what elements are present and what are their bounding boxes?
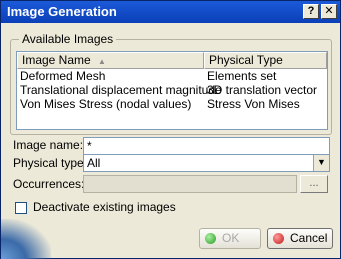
occurrences-label: Occurrences: [13, 177, 85, 191]
close-button[interactable]: ✕ [321, 4, 337, 19]
red-dot-icon [273, 233, 284, 244]
image-name-label: Image name: [13, 138, 84, 152]
column-header-physical-type[interactable]: Physical Type [204, 52, 327, 69]
cancel-button[interactable]: Cancel [267, 228, 333, 249]
green-dot-icon [205, 233, 216, 244]
list-item[interactable]: Translational displacement magnitude 3D … [17, 83, 327, 98]
help-button[interactable]: ? [303, 4, 319, 19]
list-item[interactable]: Von Mises Stress (nodal values) Stress V… [17, 97, 327, 112]
title-bar: Image Generation ? ✕ [1, 1, 340, 23]
corner-decoration [1, 219, 51, 259]
image-name-input[interactable]: * [83, 137, 330, 155]
browse-button[interactable]: ... [300, 175, 328, 193]
deactivate-label[interactable]: Deactivate existing images [33, 200, 176, 214]
images-list[interactable]: Image Name ▲ Physical Type Deformed Mesh… [16, 51, 328, 130]
window-title: Image Generation [7, 4, 117, 19]
occurrences-field [83, 175, 297, 193]
group-label: Available Images [19, 32, 117, 46]
sort-asc-icon: ▲ [98, 57, 106, 66]
chevron-down-icon[interactable]: ▼ [313, 155, 329, 171]
ok-button[interactable]: OK [199, 228, 261, 249]
physical-type-select[interactable]: All ▼ [83, 154, 330, 172]
list-item[interactable]: Deformed Mesh Elements set [17, 69, 327, 84]
physical-type-label: Physical type: [13, 156, 88, 170]
column-header-image-name[interactable]: Image Name ▲ [17, 52, 204, 69]
image-generation-dialog: Image Generation ? ✕ Available Images Im… [0, 0, 341, 259]
deactivate-checkbox[interactable] [15, 202, 27, 214]
